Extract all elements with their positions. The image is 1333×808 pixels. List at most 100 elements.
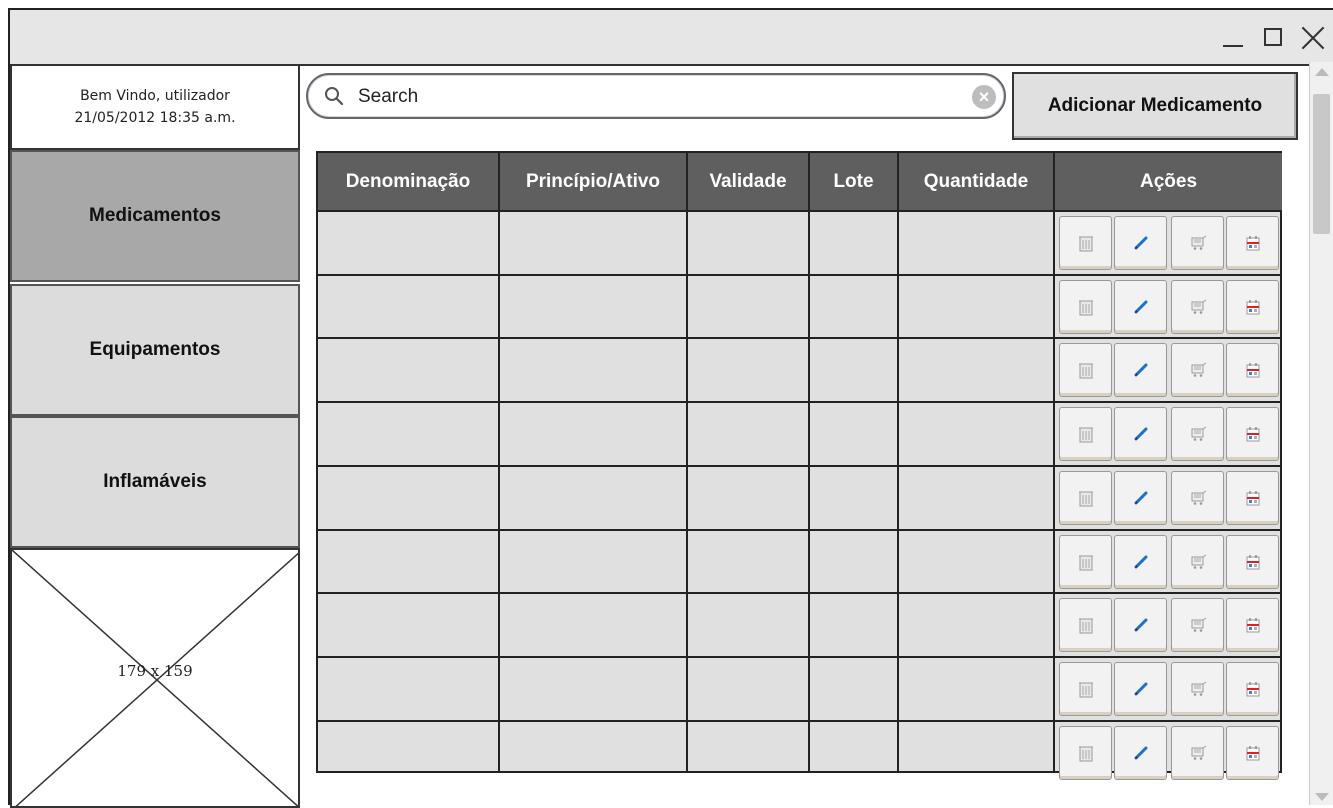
cart-icon [1189, 617, 1207, 633]
cart-button[interactable] [1171, 535, 1224, 589]
trash-button[interactable] [1059, 662, 1112, 716]
cart-button[interactable] [1171, 216, 1224, 270]
calendar-button[interactable] [1226, 662, 1279, 716]
sidebar: Bem Vindo, utilizador 21/05/2012 18:35 a… [10, 64, 302, 808]
trash-icon [1078, 553, 1094, 571]
edit-pencil-icon [1133, 681, 1149, 697]
table-row[interactable] [318, 658, 1053, 720]
calendar-icon [1245, 744, 1261, 762]
sidebar-item-equipamentos[interactable]: Equipamentos [10, 284, 300, 416]
calendar-icon [1245, 298, 1261, 316]
close-icon[interactable] [1300, 26, 1326, 50]
cart-button[interactable] [1171, 662, 1224, 716]
trash-button[interactable] [1059, 726, 1112, 780]
calendar-button[interactable] [1226, 343, 1279, 397]
calendar-icon [1245, 234, 1261, 252]
edit-pencil-icon [1133, 617, 1149, 633]
calendar-icon [1245, 425, 1261, 443]
calendar-button[interactable] [1226, 216, 1279, 270]
table-row[interactable] [318, 212, 1053, 274]
calendar-button[interactable] [1226, 535, 1279, 589]
table-row[interactable] [318, 722, 1053, 784]
sidebar-item-inflamaveis[interactable]: Inflamáveis [10, 416, 300, 548]
cart-icon [1189, 554, 1207, 570]
edit-pencil-button[interactable] [1114, 216, 1167, 270]
cart-icon [1189, 490, 1207, 506]
trash-button[interactable] [1059, 280, 1112, 334]
table-row[interactable] [318, 403, 1053, 465]
maximize-icon[interactable] [1260, 26, 1286, 50]
edit-pencil-icon [1133, 554, 1149, 570]
edit-pencil-icon [1133, 299, 1149, 315]
cart-icon [1189, 362, 1207, 378]
cart-button[interactable] [1171, 726, 1224, 780]
minimize-icon[interactable] [1220, 26, 1246, 50]
trash-button[interactable] [1059, 216, 1112, 270]
search-box[interactable]: × [306, 73, 1006, 119]
cart-button[interactable] [1171, 280, 1224, 334]
calendar-button[interactable] [1226, 471, 1279, 525]
scroll-up-icon[interactable] [1315, 68, 1329, 76]
title-bar [10, 10, 1333, 66]
cart-button[interactable] [1171, 598, 1224, 652]
calendar-icon [1245, 489, 1261, 507]
search-icon [325, 87, 344, 106]
cart-icon [1189, 426, 1207, 442]
column-header-quantidade[interactable]: Quantidade [899, 153, 1053, 210]
trash-button[interactable] [1059, 471, 1112, 525]
trash-button[interactable] [1059, 407, 1112, 461]
edit-pencil-button[interactable] [1114, 471, 1167, 525]
trash-icon [1078, 616, 1094, 634]
column-header-lote[interactable]: Lote [810, 153, 897, 210]
edit-pencil-button[interactable] [1114, 343, 1167, 397]
sidebar-item-label: Medicamentos [89, 205, 221, 226]
edit-pencil-button[interactable] [1114, 535, 1167, 589]
cart-icon [1189, 235, 1207, 251]
clear-search-icon[interactable]: × [972, 85, 996, 109]
medication-table: Denominação Princípio/Ativo Validade Lot… [316, 151, 1282, 780]
search-input[interactable] [356, 81, 940, 113]
column-header-validade[interactable]: Validade [688, 153, 808, 210]
edit-pencil-button[interactable] [1114, 726, 1167, 780]
table-row[interactable] [318, 467, 1053, 529]
trash-icon [1078, 298, 1094, 316]
edit-pencil-icon [1133, 426, 1149, 442]
vertical-scrollbar[interactable] [1309, 62, 1333, 805]
scroll-thumb[interactable] [1313, 94, 1330, 234]
table-row[interactable] [318, 594, 1053, 656]
sidebar-item-medicamentos[interactable]: Medicamentos [10, 150, 300, 282]
trash-icon [1078, 361, 1094, 379]
edit-pencil-icon [1133, 235, 1149, 251]
image-dimensions-label: 179 x 159 [117, 662, 193, 680]
calendar-icon [1245, 361, 1261, 379]
trash-icon [1078, 744, 1094, 762]
edit-pencil-icon [1133, 490, 1149, 506]
edit-pencil-button[interactable] [1114, 598, 1167, 652]
sidebar-item-label: Inflamáveis [103, 471, 207, 492]
column-divider [1053, 153, 1055, 771]
cart-button[interactable] [1171, 471, 1224, 525]
calendar-button[interactable] [1226, 407, 1279, 461]
scroll-down-icon[interactable] [1315, 793, 1329, 801]
edit-pencil-button[interactable] [1114, 280, 1167, 334]
table-row[interactable] [318, 276, 1053, 338]
column-header-principio-ativo[interactable]: Princípio/Ativo [500, 153, 686, 210]
calendar-button[interactable] [1226, 280, 1279, 334]
add-medication-button[interactable]: Adicionar Medicamento [1012, 72, 1298, 140]
table-row[interactable] [318, 339, 1053, 401]
cart-button[interactable] [1171, 407, 1224, 461]
edit-pencil-button[interactable] [1114, 407, 1167, 461]
sidebar-item-label: Equipamentos [89, 339, 221, 360]
trash-icon [1078, 425, 1094, 443]
edit-pencil-button[interactable] [1114, 662, 1167, 716]
image-placeholder: 179 x 159 [10, 548, 300, 808]
trash-button[interactable] [1059, 535, 1112, 589]
table-row[interactable] [318, 531, 1053, 593]
trash-button[interactable] [1059, 598, 1112, 652]
calendar-button[interactable] [1226, 598, 1279, 652]
column-header-acoes: Ações [1055, 153, 1282, 210]
cart-button[interactable] [1171, 343, 1224, 397]
column-header-denominacao[interactable]: Denominação [318, 153, 498, 210]
trash-button[interactable] [1059, 343, 1112, 397]
calendar-button[interactable] [1226, 726, 1279, 780]
